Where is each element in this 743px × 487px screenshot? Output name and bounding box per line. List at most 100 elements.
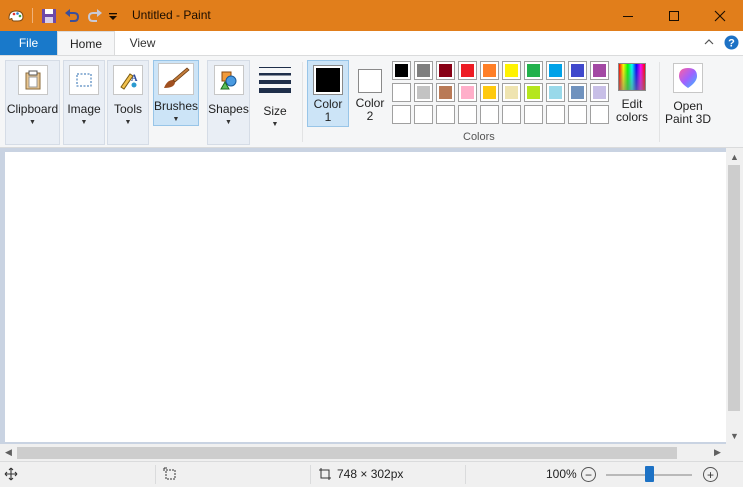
swatch-fill <box>483 64 496 77</box>
size-button[interactable]: Size ▼ <box>255 60 295 128</box>
palette-swatch[interactable] <box>414 83 433 102</box>
custom-color-slot[interactable] <box>414 105 433 124</box>
color-palette <box>392 61 614 127</box>
horizontal-scrollbar[interactable]: ◀ ▶ <box>0 444 726 461</box>
tools-button[interactable]: A Tools ▼ <box>107 60 149 145</box>
palette-swatch[interactable] <box>392 61 411 80</box>
redo-icon[interactable] <box>86 7 104 24</box>
customize-dropdown-icon[interactable] <box>107 7 119 24</box>
swatch-fill <box>439 64 452 77</box>
canvas-size-display: 748 × 302px <box>318 467 403 481</box>
palette-swatch[interactable] <box>458 83 477 102</box>
shapes-button[interactable]: Shapes ▼ <box>207 60 250 145</box>
chevron-down-icon: ▼ <box>225 119 232 126</box>
brushes-button[interactable]: Brushes ▼ <box>153 60 199 126</box>
custom-color-slot[interactable] <box>590 105 609 124</box>
clipboard-label: Clipboard <box>6 102 59 116</box>
swatch-fill <box>527 86 540 99</box>
minimize-icon[interactable] <box>605 0 651 31</box>
tools-icon: A <box>113 65 143 95</box>
shapes-label: Shapes <box>208 102 249 116</box>
custom-color-slot[interactable] <box>458 105 477 124</box>
select-icon <box>69 65 99 95</box>
color1-label-line2: 1 <box>324 110 332 124</box>
paint-app-icon[interactable] <box>6 7 26 24</box>
scroll-down-icon[interactable]: ▼ <box>726 427 743 444</box>
tab-view[interactable]: View <box>115 31 170 55</box>
swatch-fill <box>417 64 430 77</box>
custom-color-slot[interactable] <box>568 105 587 124</box>
image-label: Image <box>67 102 101 116</box>
custom-color-slot[interactable] <box>524 105 543 124</box>
paint3d-icon <box>673 63 703 93</box>
horizontal-scroll-thumb[interactable] <box>17 447 677 459</box>
tools-label: Tools <box>113 102 142 116</box>
save-icon[interactable] <box>40 7 58 24</box>
palette-swatch[interactable] <box>436 83 455 102</box>
custom-color-slot[interactable] <box>436 105 455 124</box>
help-icon[interactable]: ? <box>724 35 739 53</box>
swatch-fill <box>549 64 562 77</box>
zoom-slider-thumb[interactable] <box>645 466 654 482</box>
palette-swatch[interactable] <box>502 83 521 102</box>
open-paint3d-button[interactable]: Open Paint 3D <box>663 60 713 126</box>
status-separator <box>155 465 156 484</box>
scroll-left-icon[interactable]: ◀ <box>0 444 17 461</box>
custom-color-slot[interactable] <box>480 105 499 124</box>
zoom-in-icon[interactable]: + <box>703 467 718 482</box>
color2-button[interactable]: Color 2 <box>352 60 388 127</box>
palette-swatch[interactable] <box>392 83 411 102</box>
palette-swatch[interactable] <box>524 61 543 80</box>
title-bar: Untitled - Paint <box>0 0 743 31</box>
color2-label-line2: 2 <box>366 109 374 123</box>
scroll-up-icon[interactable]: ▲ <box>726 148 743 165</box>
move-cursor-icon <box>4 467 18 481</box>
collapse-ribbon-icon[interactable] <box>703 36 715 51</box>
palette-swatch[interactable] <box>590 61 609 80</box>
palette-swatch[interactable] <box>480 83 499 102</box>
line-width-icon <box>258 64 292 97</box>
palette-swatch[interactable] <box>436 61 455 80</box>
scroll-corner <box>726 444 743 461</box>
clipboard-button[interactable]: Clipboard ▼ <box>5 60 60 145</box>
palette-swatch[interactable] <box>480 61 499 80</box>
tab-file[interactable]: File <box>0 31 57 55</box>
ribbon-separator <box>302 62 303 142</box>
undo-icon[interactable] <box>63 7 81 24</box>
palette-swatch[interactable] <box>414 61 433 80</box>
custom-color-slot[interactable] <box>392 105 411 124</box>
custom-color-slot[interactable] <box>546 105 565 124</box>
chevron-down-icon: ▼ <box>29 119 36 126</box>
vertical-scrollbar[interactable]: ▲ ▼ <box>726 148 743 444</box>
palette-swatch[interactable] <box>502 61 521 80</box>
palette-swatch[interactable] <box>524 83 543 102</box>
edit-colors-button[interactable]: Edit colors <box>614 60 650 124</box>
custom-color-slot[interactable] <box>502 105 521 124</box>
brush-icon <box>158 63 194 95</box>
brushes-label: Brushes <box>153 99 199 113</box>
tab-home[interactable]: Home <box>57 31 115 55</box>
svg-text:?: ? <box>728 38 735 50</box>
palette-swatch[interactable] <box>546 61 565 80</box>
vertical-scroll-thumb[interactable] <box>728 165 740 411</box>
maximize-icon[interactable] <box>651 0 697 31</box>
close-icon[interactable] <box>697 0 743 31</box>
zoom-out-icon[interactable]: − <box>581 467 596 482</box>
swatch-fill <box>505 86 518 99</box>
color1-button[interactable]: Color 1 <box>307 60 349 127</box>
palette-swatch[interactable] <box>568 61 587 80</box>
chevron-down-icon: ▼ <box>271 121 279 128</box>
size-label: Size <box>263 104 287 118</box>
image-button[interactable]: Image ▼ <box>63 60 105 145</box>
swatch-fill <box>505 64 518 77</box>
swatch-fill <box>593 64 606 77</box>
palette-swatch[interactable] <box>458 61 477 80</box>
palette-swatch[interactable] <box>568 83 587 102</box>
chevron-down-icon: ▼ <box>172 116 180 123</box>
palette-swatch[interactable] <box>590 83 609 102</box>
canvas-size-text: 748 × 302px <box>337 467 404 481</box>
scroll-right-icon[interactable]: ▶ <box>709 444 726 461</box>
swatch-fill <box>571 86 584 99</box>
drawing-canvas[interactable] <box>5 152 726 442</box>
palette-swatch[interactable] <box>546 83 565 102</box>
